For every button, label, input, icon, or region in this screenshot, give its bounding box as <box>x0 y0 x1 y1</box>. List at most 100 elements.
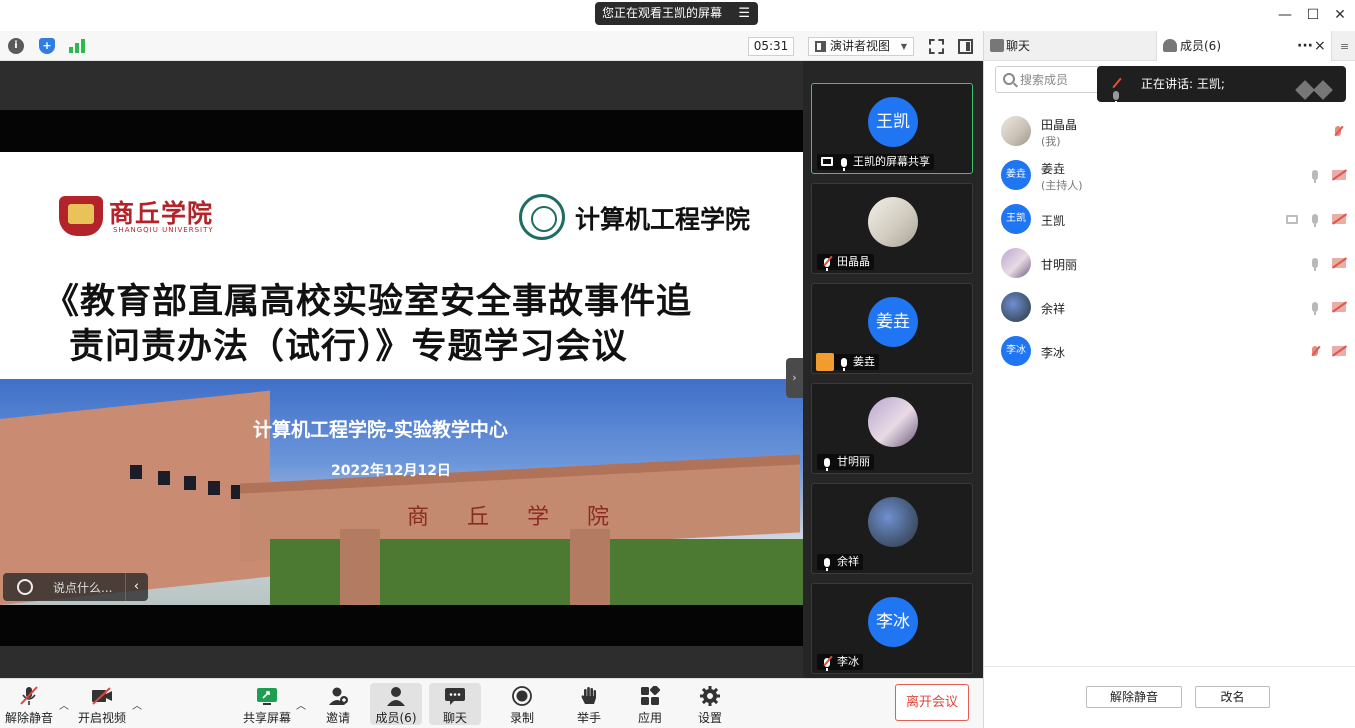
tile-name: 王凯的屏幕共享 <box>853 155 930 168</box>
start-video-label: 开启视频 <box>77 711 126 725</box>
unmute-button[interactable]: 解除静音 <box>3 683 55 725</box>
mic-icon[interactable] <box>1308 169 1322 183</box>
rename-button[interactable]: 改名 <box>1195 686 1270 708</box>
invite-button[interactable]: 邀请 <box>312 683 364 725</box>
unmute-all-button[interactable]: 解除静音 <box>1086 686 1182 708</box>
info-icon[interactable]: i <box>8 38 24 54</box>
add-user-icon <box>329 687 348 705</box>
member-name: 王凯 <box>1041 214 1066 228</box>
video-tile[interactable]: 田晶晶 <box>811 183 973 274</box>
speaking-indicator: 正在讲话: 王凯; <box>1097 66 1346 104</box>
members-button[interactable]: 成员(6) <box>370 683 422 725</box>
member-name: 余祥 <box>1041 302 1066 316</box>
slide-date: 2022年12月12日 <box>331 463 451 479</box>
chevron-left-icon[interactable]: ‹ <box>125 573 147 601</box>
settings-button[interactable]: 设置 <box>684 683 736 725</box>
panel-menu-icon[interactable]: ≡ <box>1340 40 1349 53</box>
participant-avatar: 李冰 <box>868 597 918 647</box>
toast-actions[interactable] <box>1295 75 1336 100</box>
apps-button[interactable]: 应用 <box>624 683 676 725</box>
tile-name: 田晶晶 <box>837 255 870 268</box>
share-screen-label: 共享屏幕 <box>242 711 291 725</box>
member-row[interactable]: 姜垚 姜垚 (主持人) <box>984 154 1355 198</box>
university-name-cn: 商丘学院 <box>109 199 214 228</box>
raise-hand-label: 举手 <box>576 711 601 725</box>
member-row[interactable]: 余祥 <box>984 286 1355 330</box>
mic-icon <box>824 456 832 471</box>
audio-options-chevron-icon[interactable]: ︿ <box>59 697 69 712</box>
camera-off-icon[interactable] <box>1332 213 1346 225</box>
speaking-text: 正在讲话: 王凯; <box>1141 77 1225 91</box>
menu-icon[interactable]: ☰ <box>738 2 750 25</box>
mic-off-icon[interactable] <box>1331 125 1345 137</box>
gate-window <box>184 476 196 490</box>
tile-name: 余祥 <box>837 555 859 568</box>
camera-off-icon[interactable] <box>1332 301 1346 313</box>
close-panel-icon[interactable]: × <box>1314 31 1326 61</box>
fullscreen-icon[interactable] <box>929 39 944 54</box>
tile-name: 姜垚 <box>853 355 875 368</box>
shield-icon[interactable]: + <box>39 38 55 54</box>
meeting-timer: 05:31 <box>748 37 794 56</box>
camera-off-icon[interactable] <box>1332 169 1346 181</box>
tile-name-label: 甘明丽 <box>817 454 874 471</box>
leave-meeting-button[interactable]: 离开会议 <box>895 684 969 721</box>
close-window-icon[interactable]: ✕ <box>1330 5 1350 25</box>
record-button[interactable]: 录制 <box>496 683 548 725</box>
camera-off-icon[interactable] <box>1332 257 1346 269</box>
gear-icon <box>700 686 720 706</box>
member-avatar <box>1001 292 1031 322</box>
member-name: 姜垚 <box>1041 162 1066 176</box>
comment-placeholder[interactable]: 说点什么... <box>53 579 112 596</box>
college-name: 计算机工程学院 <box>575 205 751 234</box>
member-row[interactable]: 甘明丽 <box>984 242 1355 286</box>
tab-members[interactable]: 成员(6) ··· × <box>1156 31 1332 61</box>
view-mode-select[interactable]: 演讲者视图 ▼ <box>808 37 914 56</box>
maximize-icon[interactable]: ☐ <box>1303 5 1323 25</box>
video-tile[interactable]: 甘明丽 <box>811 383 973 474</box>
video-tile[interactable]: 王凯 王凯的屏幕共享 <box>811 83 973 174</box>
share-screen-icon <box>257 688 277 705</box>
tile-name-label: 王凯的屏幕共享 <box>817 154 934 171</box>
sidebar-toggle-icon[interactable] <box>958 39 973 54</box>
member-row[interactable]: 李冰 李冰 <box>984 330 1355 374</box>
signal-icon[interactable] <box>69 39 86 53</box>
mic-muted-icon <box>20 686 38 705</box>
mic-icon[interactable] <box>1308 301 1322 315</box>
gate-inscription: 商丘学院 <box>407 505 648 530</box>
share-options-chevron-icon[interactable]: ︿ <box>296 697 306 712</box>
mic-off-icon[interactable] <box>1308 345 1322 357</box>
video-tile[interactable]: 姜垚 姜垚 <box>811 283 973 374</box>
chat-label: 聊天 <box>442 711 467 725</box>
tab-chat[interactable]: 聊天 <box>984 31 1156 61</box>
university-logo: 商丘学院 SHANGQIU UNIVERSITY <box>59 196 219 240</box>
mic-icon <box>824 556 832 571</box>
member-row[interactable]: 王凯 王凯 <box>984 198 1355 242</box>
settings-label: 设置 <box>697 711 722 725</box>
gate-window <box>208 481 220 495</box>
record-icon <box>512 686 532 706</box>
emoji-icon[interactable] <box>17 579 33 595</box>
chat-button[interactable]: 聊天 <box>429 683 481 725</box>
minimize-icon[interactable]: — <box>1275 5 1295 25</box>
share-screen-button[interactable]: 共享屏幕 <box>241 683 293 725</box>
members-tab-icon <box>1163 39 1177 52</box>
raise-hand-button[interactable]: 举手 <box>563 683 615 725</box>
mic-icon[interactable] <box>1308 213 1322 227</box>
hand-icon <box>581 687 596 704</box>
video-tile[interactable]: 李冰 李冰 <box>811 583 973 674</box>
camera-off-icon[interactable] <box>1332 345 1346 357</box>
collapse-gallery-handle[interactable]: › <box>786 358 803 398</box>
member-name: 甘明丽 <box>1041 258 1078 272</box>
member-row[interactable]: 田晶晶 (我) <box>984 110 1355 154</box>
tile-name: 甘明丽 <box>837 455 870 468</box>
mic-off-icon <box>824 656 832 671</box>
more-options-icon[interactable]: ··· <box>1297 31 1313 61</box>
start-video-button[interactable]: 开启视频 <box>76 683 128 725</box>
mic-icon[interactable] <box>1308 257 1322 271</box>
video-tile[interactable]: 余祥 <box>811 483 973 574</box>
record-label: 录制 <box>509 711 534 725</box>
title-bar: 您正在观看王凯的屏幕 ☰ — ☐ ✕ <box>0 0 1355 31</box>
comment-bar[interactable]: 说点什么... ‹ <box>3 573 148 601</box>
video-options-chevron-icon[interactable]: ︿ <box>132 697 142 712</box>
